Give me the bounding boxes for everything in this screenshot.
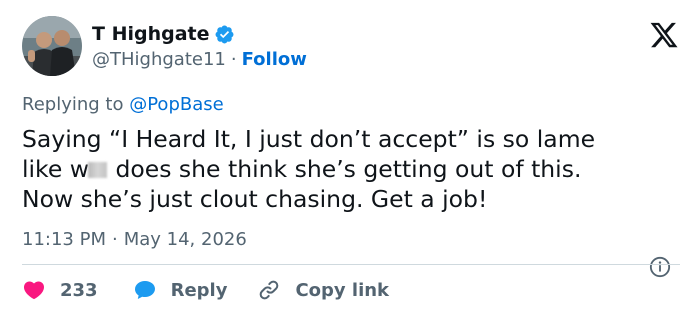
- reply-button[interactable]: Reply: [133, 278, 228, 302]
- tweet-timestamp[interactable]: 11:13 PM · May 14, 2026: [22, 228, 247, 252]
- info-icon[interactable]: [649, 256, 671, 278]
- verified-badge-icon: [215, 25, 233, 44]
- censored-word-blur: [87, 162, 107, 178]
- tweet-line-2-start: like w: [22, 155, 89, 183]
- timestamp-separator: ·: [111, 229, 118, 250]
- actions-divider: [22, 264, 680, 265]
- x-logo-icon[interactable]: [648, 20, 680, 50]
- tweet-line-2-end: does she think she’s getting out of this…: [107, 155, 582, 183]
- author-handle-row: @THighgate11 · Follow: [92, 48, 307, 72]
- tweet-date: May 14, 2026: [123, 229, 247, 250]
- separator-dot: ·: [230, 49, 237, 70]
- copy-link-button[interactable]: Copy link: [257, 278, 389, 302]
- follow-button[interactable]: Follow: [242, 48, 307, 72]
- author-avatar[interactable]: [22, 16, 82, 76]
- tweet-line-1: Saying “I Heard It, I just don’t accept”…: [22, 125, 596, 153]
- tweet-line-3: Now she’s just clout chasing. Get a job!: [22, 185, 488, 213]
- replying-to-label: Replying to: [22, 94, 124, 115]
- tweet-line-2: like w does she think she’s getting out …: [22, 154, 682, 184]
- likes-count: 233: [60, 279, 98, 301]
- tweet-time: 11:13 PM: [22, 229, 106, 250]
- replying-to-line: Replying to @PopBase: [22, 93, 224, 117]
- author-handle[interactable]: @THighgate11: [92, 48, 226, 72]
- reply-bubble-icon: [134, 281, 155, 299]
- link-icon: [260, 280, 279, 300]
- like-button[interactable]: 233: [22, 278, 98, 302]
- author-name[interactable]: T Highgate: [92, 22, 210, 46]
- reply-label: Reply: [170, 279, 228, 301]
- copy-link-label: Copy link: [295, 279, 390, 301]
- author-name-row: T Highgate: [92, 22, 235, 46]
- tweet-text: Saying “I Heard It, I just don’t accept”…: [22, 124, 682, 214]
- action-bar: 233 Reply Copy link: [22, 276, 389, 304]
- reply-mention-link[interactable]: @PopBase: [129, 94, 223, 115]
- heart-icon: [23, 281, 45, 300]
